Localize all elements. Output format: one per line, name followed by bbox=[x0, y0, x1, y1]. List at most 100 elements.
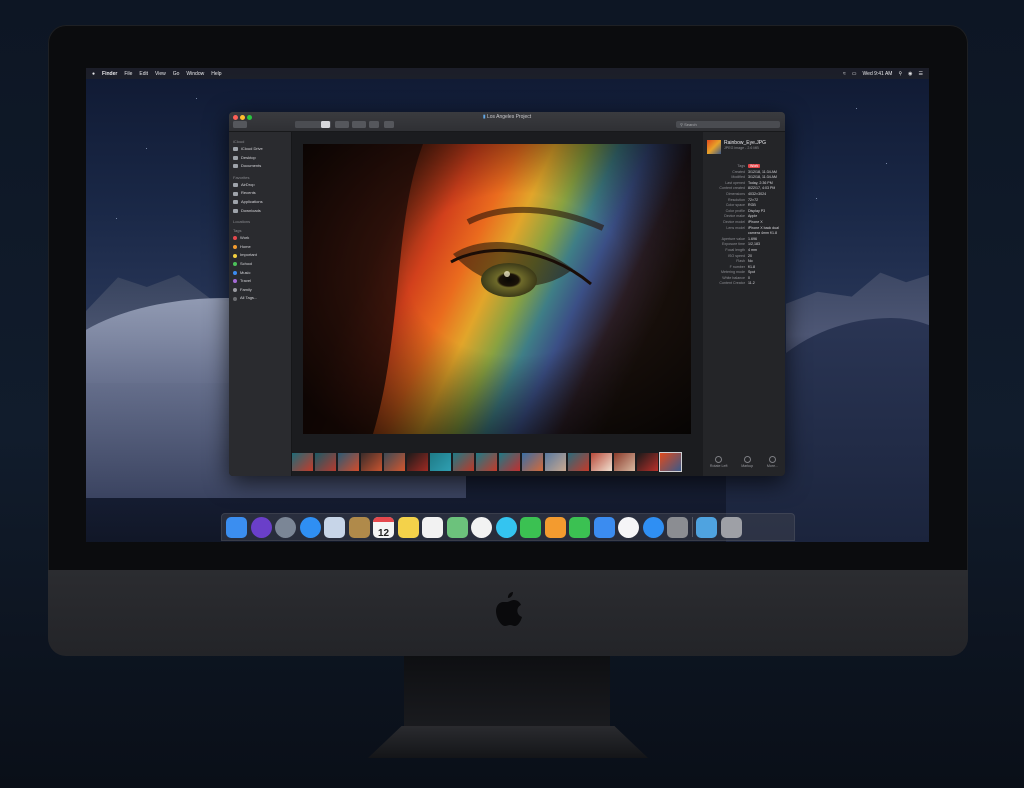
sidebar-item-applications[interactable]: Applications bbox=[233, 198, 287, 207]
sidebar-tag-item[interactable]: Family bbox=[233, 286, 287, 295]
airplay-icon[interactable]: ▭ bbox=[852, 71, 857, 77]
thumbnail[interactable] bbox=[315, 453, 336, 471]
notification-center-icon[interactable]: ☰ bbox=[919, 71, 923, 77]
thumbnail[interactable] bbox=[659, 452, 682, 472]
gallery-preview-image[interactable] bbox=[303, 144, 691, 434]
app-store-icon[interactable] bbox=[642, 516, 664, 538]
numbers-icon[interactable] bbox=[569, 516, 590, 538]
menu-file[interactable]: File bbox=[124, 71, 132, 77]
thumbnail[interactable] bbox=[637, 453, 658, 471]
sidebar-item-documents[interactable]: Documents bbox=[233, 162, 287, 171]
tag-color-dot-icon bbox=[233, 279, 237, 284]
gallery-view-button[interactable] bbox=[321, 121, 330, 128]
stickies-icon[interactable] bbox=[397, 516, 419, 538]
tag-color-dot-icon bbox=[233, 262, 237, 267]
gallery-view bbox=[292, 132, 703, 476]
sidebar-tag-item[interactable]: All Tags... bbox=[233, 294, 287, 303]
menu-help[interactable]: Help bbox=[211, 71, 221, 77]
finder-icon[interactable] bbox=[226, 516, 247, 538]
sidebar-tag-item[interactable]: Travel bbox=[233, 277, 287, 286]
preview-icon[interactable] bbox=[324, 516, 345, 538]
photos-icon[interactable] bbox=[471, 516, 492, 538]
tag-pill[interactable]: Work bbox=[748, 164, 761, 168]
download-icon bbox=[233, 208, 238, 213]
back-forward-button[interactable] bbox=[233, 121, 247, 128]
spotlight-icon[interactable]: ⚲ bbox=[898, 71, 902, 77]
calendar-day: 12 bbox=[373, 516, 394, 543]
markup-button[interactable]: Markup bbox=[741, 456, 753, 468]
itunes-icon[interactable] bbox=[618, 516, 639, 538]
tag-color-dot-icon bbox=[233, 270, 237, 275]
sidebar-item-icloud-drive[interactable]: iCloud Drive bbox=[233, 145, 287, 154]
wifi-icon[interactable]: ≈ bbox=[843, 71, 846, 77]
pages-icon[interactable] bbox=[544, 516, 566, 538]
sidebar-tag-item[interactable]: Music bbox=[233, 269, 287, 278]
facetime-icon[interactable] bbox=[520, 516, 541, 538]
calendar-icon[interactable]: 12 bbox=[373, 516, 394, 539]
group-button[interactable] bbox=[335, 121, 349, 128]
thumbnail[interactable] bbox=[338, 453, 359, 471]
keynote-icon[interactable] bbox=[593, 516, 615, 538]
system-preferences-icon[interactable] bbox=[667, 516, 688, 538]
apple-menu-icon[interactable]: ● bbox=[92, 71, 95, 77]
thumbnail[interactable] bbox=[568, 453, 589, 471]
sidebar-tag-item[interactable]: Home bbox=[233, 243, 287, 252]
thumbnail[interactable] bbox=[614, 453, 635, 471]
downloads-folder-icon[interactable] bbox=[696, 516, 717, 538]
tag-label: All Tags... bbox=[240, 295, 258, 301]
thumbnail[interactable] bbox=[292, 453, 313, 471]
user-icon[interactable]: ◉ bbox=[908, 71, 912, 77]
thumbnail[interactable] bbox=[522, 453, 543, 471]
thumbnail[interactable] bbox=[430, 453, 451, 471]
sidebar-item-downloads[interactable]: Downloads bbox=[233, 207, 287, 216]
sidebar-header-favorites: Favorites bbox=[233, 174, 250, 180]
thumbnail[interactable] bbox=[545, 453, 566, 471]
menu-view[interactable]: View bbox=[155, 71, 166, 77]
search-input[interactable]: ⚲ Search bbox=[676, 121, 780, 128]
imac-stand-neck bbox=[404, 656, 610, 736]
window-titlebar: ▮ Los Angeles Project ⚲ Search bbox=[229, 112, 785, 132]
siri-icon[interactable] bbox=[250, 516, 272, 538]
thumbnail[interactable] bbox=[407, 453, 428, 471]
messages-icon[interactable] bbox=[495, 516, 517, 538]
sidebar-tag-item[interactable]: Important bbox=[233, 251, 287, 260]
sidebar-item-recents[interactable]: Recents bbox=[233, 189, 287, 198]
thumbnail[interactable] bbox=[476, 453, 497, 471]
thumbnail[interactable] bbox=[453, 453, 474, 471]
more-button[interactable]: More... bbox=[767, 456, 778, 468]
sidebar-item-airdrop[interactable]: AirDrop bbox=[233, 181, 287, 190]
thumbnail[interactable] bbox=[384, 453, 405, 471]
menu-finder[interactable]: Finder bbox=[102, 71, 117, 77]
markup-icon bbox=[743, 456, 751, 463]
tags-button[interactable] bbox=[384, 121, 394, 128]
tag-label: Work bbox=[240, 235, 250, 241]
thumbnail[interactable] bbox=[499, 453, 520, 471]
menu-edit[interactable]: Edit bbox=[139, 71, 148, 77]
thumbnail[interactable] bbox=[591, 453, 612, 471]
reminders-icon[interactable] bbox=[422, 516, 443, 538]
search-icon: ⚲ bbox=[680, 122, 683, 127]
notes-icon[interactable] bbox=[348, 516, 370, 538]
menu-go[interactable]: Go bbox=[173, 71, 180, 77]
launchpad-icon[interactable] bbox=[275, 516, 296, 538]
menu-window[interactable]: Window bbox=[186, 71, 204, 77]
rotate-left-button[interactable]: Rotate Left bbox=[710, 456, 727, 468]
tag-color-dot-icon bbox=[233, 296, 237, 301]
tag-label: Family bbox=[240, 286, 252, 292]
safari-icon[interactable] bbox=[299, 516, 321, 538]
sidebar-item-desktop[interactable]: Desktop bbox=[233, 154, 287, 163]
sidebar-tag-item[interactable]: Work bbox=[233, 234, 287, 243]
menu-bar: ● Finder File Edit View Go Window Help ≈… bbox=[86, 68, 929, 79]
action-button[interactable] bbox=[352, 121, 366, 128]
trash-icon[interactable] bbox=[720, 516, 742, 538]
share-button[interactable] bbox=[369, 121, 379, 128]
thumbnail[interactable] bbox=[361, 453, 382, 471]
maps-icon[interactable] bbox=[446, 516, 468, 538]
rotate-left-icon bbox=[715, 456, 723, 463]
sidebar-tag-item[interactable]: School bbox=[233, 260, 287, 269]
finder-window: ▮ Los Angeles Project ⚲ Search iCloud iC… bbox=[229, 112, 785, 476]
sidebar-header-locations: Locations bbox=[233, 219, 251, 225]
preview-filetype: JPEG image - 2.6 MB bbox=[724, 146, 759, 150]
applications-icon bbox=[233, 200, 238, 205]
clock[interactable]: Wed 9:41 AM bbox=[863, 71, 893, 77]
